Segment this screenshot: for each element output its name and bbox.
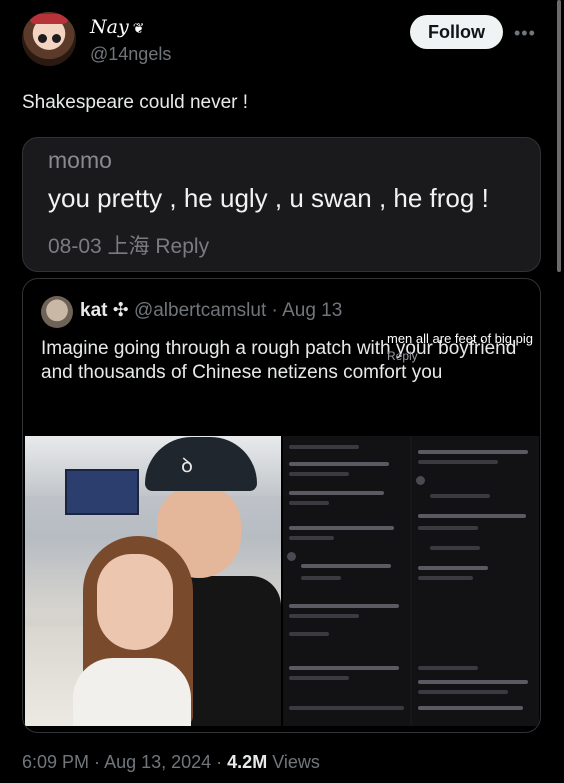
avatar-eye <box>38 34 47 43</box>
comment-line <box>289 445 359 449</box>
comment-line <box>289 501 329 505</box>
tweet-time[interactable]: 6:09 PM <box>22 752 89 772</box>
quoted-avatar <box>41 296 73 328</box>
scrollbar[interactable] <box>557 0 561 272</box>
commenter-avatar <box>287 552 296 561</box>
avatar-bow <box>30 14 68 24</box>
comment-line <box>418 450 528 454</box>
overlay-reply-text: Reply <box>387 349 418 363</box>
comment-line <box>289 676 349 680</box>
views-count: 4.2M <box>227 752 268 772</box>
comment-line <box>418 576 473 580</box>
comment-line <box>430 494 490 498</box>
views-label: Views <box>267 752 320 772</box>
comment-line <box>289 604 399 608</box>
author-name-emoji: ❦ <box>132 21 145 37</box>
comment-line <box>418 514 526 518</box>
author-avatar[interactable] <box>22 12 76 66</box>
comments-screenshot[interactable] <box>283 436 539 726</box>
comment-line <box>418 566 488 570</box>
comment-line <box>418 680 528 684</box>
comment-line <box>418 706 523 710</box>
screenshot-comment-image[interactable]: momo you pretty , he ugly , u swan , he … <box>22 137 541 272</box>
comment-line <box>289 472 349 476</box>
comment-line <box>289 526 394 530</box>
quoted-date: Aug 13 <box>282 300 343 321</box>
comment-line <box>289 666 399 670</box>
couple-photo[interactable]: ꝺ <box>25 436 281 726</box>
comment-line <box>289 706 404 710</box>
cap-logo: ꝺ <box>181 453 193 477</box>
photo-billboard <box>65 469 139 515</box>
photo-woman-face <box>97 554 173 650</box>
quoted-handle: @albertcamslut <box>133 300 267 321</box>
comment-line <box>418 666 478 670</box>
photo-woman-top <box>73 658 191 726</box>
tweet-footer: 6:09 PM · Aug 13, 2024 · 4.2M Views <box>22 752 320 773</box>
comment-line <box>418 690 508 694</box>
comment-line <box>301 564 391 568</box>
more-options-icon[interactable]: ••• <box>514 23 536 44</box>
tweet-text: Shakespeare could never ! <box>22 92 249 113</box>
comment-line <box>289 614 359 618</box>
comment-line <box>289 462 389 466</box>
author-handle[interactable]: @14ngels <box>90 44 171 65</box>
comment-line <box>418 526 478 530</box>
quoted-header: kat ✣ @albertcamslut · Aug 13 <box>80 299 342 322</box>
author-name-text: Nay <box>90 16 129 38</box>
comment-line <box>418 460 498 464</box>
screenshot-username: momo <box>48 147 112 173</box>
comments-column-left <box>283 436 410 726</box>
comment-line <box>289 632 329 636</box>
screenshot-comment-text: you pretty , he ugly , u swan , he frog … <box>48 183 489 213</box>
quoted-name: kat <box>80 300 108 321</box>
footer-separator: · <box>211 752 228 772</box>
commenter-avatar <box>416 476 425 485</box>
comment-line <box>289 491 384 495</box>
screenshot-comment-meta: 08-03 上海 Reply <box>48 235 210 258</box>
avatar-eye <box>52 34 61 43</box>
comments-column-right <box>412 436 539 726</box>
tweet-date[interactable]: Aug 13, 2024 <box>104 752 211 772</box>
overlay-comment: men all are feet of big pig Reply <box>387 331 533 363</box>
comment-line <box>301 576 341 580</box>
footer-separator: · <box>89 752 105 772</box>
author-display-name[interactable]: Nay ❦ <box>90 16 144 38</box>
follow-button[interactable]: Follow <box>410 15 503 49</box>
overlay-comment-text: men all are feet of big pig <box>387 331 533 346</box>
quoted-separator: · <box>271 300 278 321</box>
comment-line <box>289 536 334 540</box>
quoted-name-mark: ✣ <box>112 300 129 321</box>
comment-line <box>430 546 480 550</box>
